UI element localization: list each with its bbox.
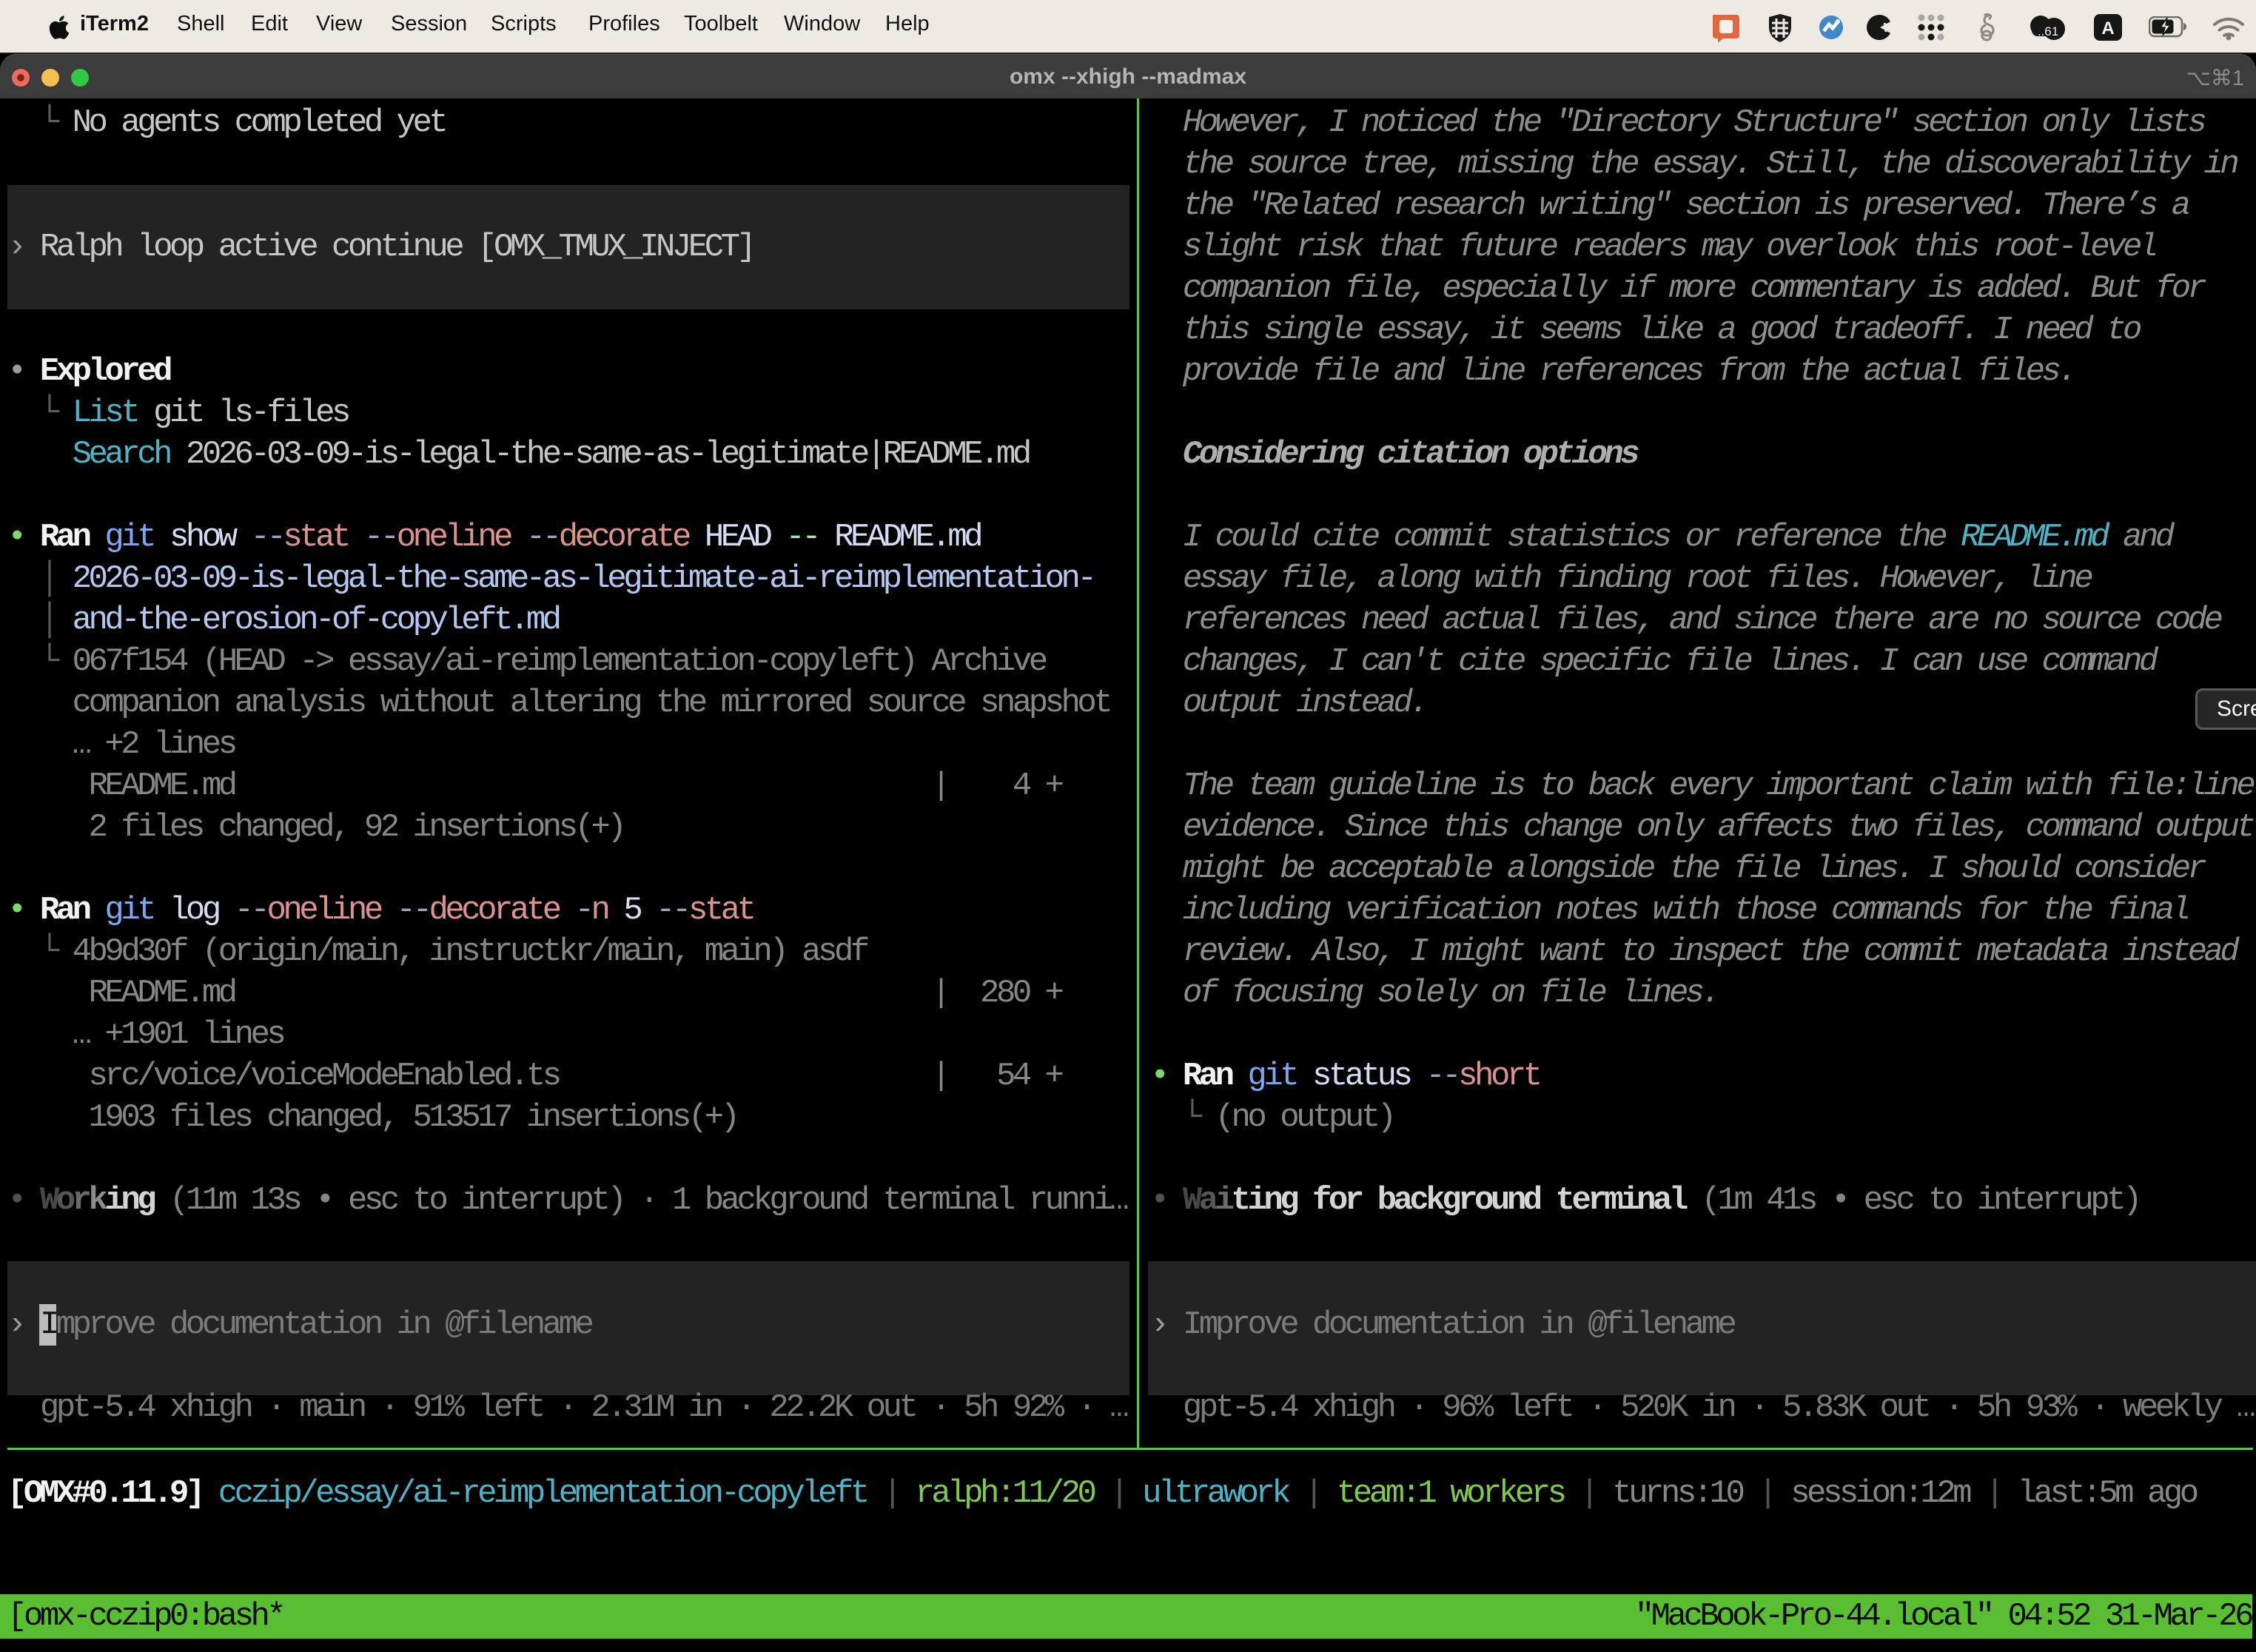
- svg-text:A: A: [2101, 19, 2114, 38]
- svg-text:..61: ..61: [2038, 24, 2058, 38]
